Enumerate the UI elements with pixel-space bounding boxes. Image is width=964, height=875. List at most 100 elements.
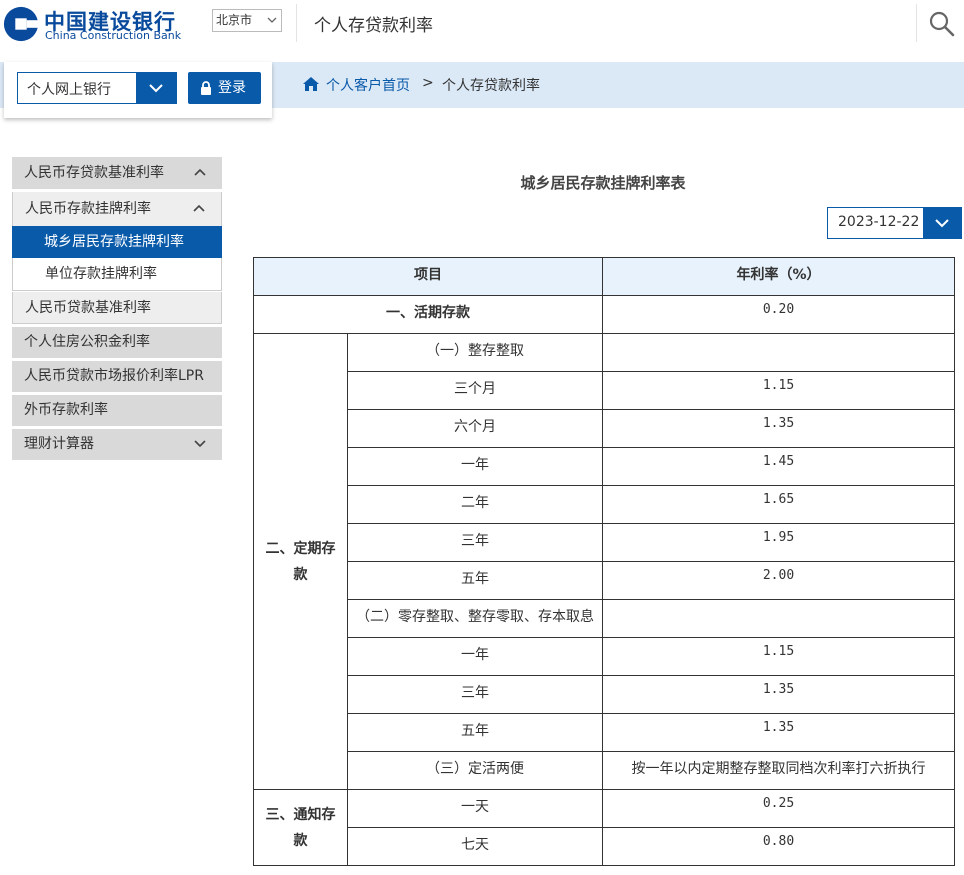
table-cell-rate: 1.65 [602,485,955,524]
sidebar-item-rmb-loan-rate[interactable]: 人民币贷款基准利率 [12,292,222,324]
deposit-rate-table: 项目 年利率（%） 一、活期存款 0.20 二、定期存款 （一）整存整取 三个月… [253,257,955,866]
table-row: 三、通知存款 一天 0.25 [253,789,955,866]
sidebar-item-calculator[interactable]: 理财计算器 [12,429,222,460]
breadcrumb-separator: > [422,75,434,91]
table-cell-item: 一年 [347,637,603,676]
sidebar-item-resident-deposit-rate[interactable]: 城乡居民存款挂牌利率 [12,226,222,258]
city-select-value: 北京市 [216,13,253,27]
table-row: 二、定期存款 （一）整存整取 [253,333,955,790]
notice-deposit-group-label: 三、通知存款 [253,789,348,866]
table-cell-item: 七天 [347,827,603,866]
sidebar-item-label: 单位存款挂牌利率 [45,266,157,282]
table-cell-rate: 0.25 [602,789,955,828]
chevron-up-icon [194,168,206,176]
table-cell-rate: 按一年以内定期整存整取同档次利率打六折执行 [602,751,955,790]
table-header-row: 项目 年利率（%） [253,257,955,296]
table-cell-item: 一年 [347,447,603,486]
sidebar-item-rmb-deposit-rate[interactable]: 人民币存款挂牌利率 [12,192,222,226]
table-cell-item: 三年 [347,675,603,714]
search-icon[interactable] [928,10,956,38]
table-cell-rate: 1.35 [602,675,955,714]
bank-type-value: 个人网上银行 [27,82,111,98]
date-dropdown-button[interactable] [923,208,961,238]
page-title: 个人存贷款利率 [314,16,433,36]
breadcrumb-current: 个人存贷款利率 [442,78,540,94]
table-header-rate: 年利率（%） [602,257,955,296]
login-label: 登录 [218,80,246,96]
bank-type-select[interactable]: 个人网上银行 [17,72,177,104]
sidebar-item-rmb-base-rate[interactable]: 人民币存贷款基准利率 [12,157,222,189]
date-select-value: 2023-12-22 [838,214,920,230]
table-cell-rate: 1.35 [602,409,955,448]
table-cell-rate: 0.80 [602,827,955,866]
sidebar-item-label: 人民币贷款基准利率 [25,300,151,316]
demand-deposit-rate: 0.20 [602,295,955,334]
table-row: 一年 1.45 [254,447,955,486]
chevron-down-icon [267,17,277,23]
table-cell-item: （一）整存整取 [347,333,603,372]
sidebar-item-housing-fund-rate[interactable]: 个人住房公积金利率 [12,327,222,358]
table-cell-rate: 1.35 [602,713,955,752]
table-cell-item: 三年 [347,523,603,562]
header-divider [916,4,917,42]
sidebar-item-label: 人民币存贷款基准利率 [24,165,164,181]
demand-deposit-label: 一、活期存款 [253,295,603,334]
bank-type-dropdown-button[interactable] [136,73,176,103]
chevron-up-icon [193,204,205,212]
logo-english-name: China Construction Bank [45,29,182,42]
table-header-item: 项目 [253,257,603,296]
table-cell-rate: 1.95 [602,523,955,562]
table-cell-item: （三）定活两便 [347,751,603,790]
chevron-down-icon [935,219,949,228]
chevron-down-icon [149,84,163,93]
table-title: 城乡居民存款挂牌利率表 [520,174,686,192]
table-row: （二）零存整取、整存零取、存本取息 [254,599,955,638]
ccb-logo[interactable]: 中国建设银行 China Construction Bank [2,4,207,42]
breadcrumb-home-link[interactable]: 个人客户首页 [326,75,410,95]
sidebar-item-label: 个人住房公积金利率 [24,334,150,350]
table-cell-rate: 1.45 [602,447,955,486]
table-cell-rate [602,599,955,638]
sidebar-item-label: 理财计算器 [24,436,94,452]
table-cell-item: 五年 [347,713,603,752]
sidebar-item-unit-deposit-rate[interactable]: 单位存款挂牌利率 [12,258,222,291]
table-row: 三年 1.35 [254,675,955,714]
table-row: （三）定活两便 按一年以内定期整存整取同档次利率打六折执行 [254,751,955,790]
table-cell-item: （二）零存整取、整存零取、存本取息 [347,599,603,638]
login-panel: 个人网上银行 登录 [4,62,272,118]
home-icon[interactable] [302,76,320,92]
top-header: 中国建设银行 China Construction Bank 北京市 个人存贷款… [0,0,964,46]
fixed-deposit-group-label: 二、定期存款 [253,333,348,790]
date-select[interactable]: 2023-12-22 [827,207,962,239]
city-select[interactable]: 北京市 [212,9,282,32]
sidebar-item-label: 人民币贷款市场报价利率LPR [24,368,204,384]
table-cell-item: 二年 [347,485,603,524]
table-cell-item: 六个月 [347,409,603,448]
table-cell-item: 一天 [347,789,603,828]
table-row: 七天 0.80 [254,827,955,866]
table-cell-item: 三个月 [347,371,603,410]
sidebar-item-label: 外币存款利率 [24,402,108,418]
sidebar-item-foreign-deposit-rate[interactable]: 外币存款利率 [12,395,222,426]
sidebar-item-lpr[interactable]: 人民币贷款市场报价利率LPR [12,361,222,392]
sidebar-item-label: 人民币存款挂牌利率 [25,201,151,217]
table-row: 五年 1.35 [254,713,955,752]
login-button[interactable]: 登录 [188,72,261,104]
table-row: 六个月 1.35 [254,409,955,448]
table-row: 一、活期存款 0.20 [253,295,955,334]
table-row: 五年 2.00 [254,561,955,600]
chevron-down-icon [194,439,206,447]
table-row: 三个月 1.15 [254,371,955,410]
table-cell-rate: 1.15 [602,637,955,676]
table-row: 二年 1.65 [254,485,955,524]
table-cell-rate: 2.00 [602,561,955,600]
table-row: 三年 1.95 [254,523,955,562]
header-divider [296,4,297,42]
sidebar-item-label: 城乡居民存款挂牌利率 [44,234,184,250]
table-cell-rate [602,333,955,372]
table-cell-item: 五年 [347,561,603,600]
ccb-logo-icon [3,6,40,42]
table-row: 一年 1.15 [254,637,955,676]
lock-icon [201,81,211,95]
table-cell-rate: 1.15 [602,371,955,410]
